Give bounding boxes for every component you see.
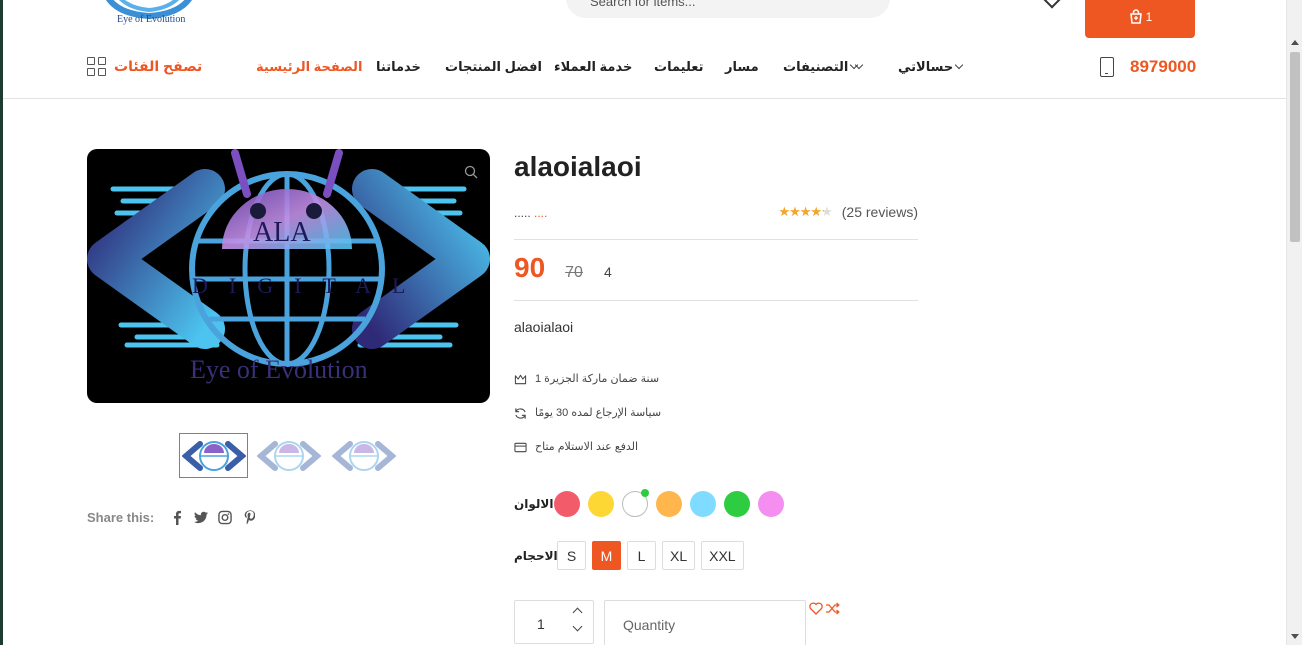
color-swatches (554, 489, 784, 517)
quantity-value: 1 (537, 616, 545, 632)
image-text-ala: ALA (253, 217, 311, 248)
main-navbar: تصفح الفئات الصفحة الرئيسية خدماتنا افضل… (3, 40, 1286, 99)
nav-home[interactable]: الصفحة الرئيسية (256, 59, 362, 75)
search-placeholder: Search for items... (590, 0, 696, 9)
vertical-scrollbar[interactable] (1286, 0, 1302, 645)
color-swatch[interactable] (690, 491, 716, 517)
color-swatch[interactable] (554, 491, 580, 517)
sizes-selector: الاحجام S M L XL XXL (514, 541, 744, 570)
nav-best-products[interactable]: افضل المنتجات (445, 59, 542, 75)
search-input[interactable]: Search for items... (566, 0, 890, 18)
phone-contact[interactable]: 8979000 (1100, 57, 1196, 77)
share-label: Share this: (87, 510, 155, 525)
price-row: 90 70 4 (514, 252, 612, 284)
size-option-m[interactable]: M (592, 541, 621, 570)
cart-count: 1 (1145, 10, 1153, 24)
feature-text: الدفع عند الاستلام متاح (535, 441, 639, 453)
product-actions (809, 602, 840, 615)
browse-categories-button[interactable]: تصفح الفئات (87, 57, 202, 76)
product-meta-row: ..... .... ★★★★★★★★★★ (25 reviews) (514, 204, 918, 220)
product-features: سنة ضمان ماركة الجزيرة 1 سياسة الإرجاع ل… (514, 372, 661, 474)
phone-icon (1100, 57, 1114, 77)
twitter-icon[interactable] (194, 511, 209, 525)
nav-customer-service[interactable]: خدمة العملاء (554, 59, 632, 75)
thumbnail-1[interactable] (179, 433, 248, 478)
feature-warranty: سنة ضمان ماركة الجزيرة 1 (514, 372, 661, 406)
thumbnail-3[interactable] (329, 433, 398, 478)
color-swatch[interactable] (758, 491, 784, 517)
nav-my-account-label: حسالاتي (898, 59, 954, 74)
product-main-image[interactable]: ALA DIGITAL Eye of Evolution (87, 149, 490, 403)
divider (514, 300, 918, 301)
instagram-icon[interactable] (218, 510, 232, 525)
facebook-icon[interactable] (170, 510, 184, 525)
grid-icon (87, 57, 106, 76)
colors-label: الالوان (514, 497, 554, 511)
cart-icon (1129, 9, 1142, 24)
nav-my-account[interactable]: حسالاتي (898, 59, 965, 75)
brand-label: ..... (514, 206, 531, 220)
scroll-down-icon[interactable] (1291, 634, 1299, 639)
colors-selector: الالوان (514, 489, 784, 517)
nav-categories-label: التصنيفات (783, 59, 849, 74)
current-price: 90 (514, 252, 546, 283)
nav-instructions[interactable]: تعليمات (654, 59, 704, 75)
product-rating[interactable]: ★★★★★★★★★★ (25 reviews) (778, 204, 918, 220)
site-logo[interactable]: Eye of Evolution (95, 0, 203, 28)
sizes-label: الاحجام (514, 548, 558, 563)
quantity-stepper[interactable]: 1 (514, 600, 594, 644)
chevron-down-icon[interactable] (572, 621, 583, 632)
selected-indicator (641, 489, 649, 497)
color-swatch[interactable] (622, 489, 649, 517)
image-text-tagline: Eye of Evolution (190, 355, 368, 384)
logo-text: Eye of Evolution (117, 14, 186, 25)
quantity-placeholder: Quantity (623, 617, 676, 633)
zoom-icon[interactable] (464, 165, 478, 179)
reviews-count[interactable]: (25 reviews) (842, 204, 918, 220)
chevron-down-icon[interactable] (1043, 0, 1061, 9)
scroll-up-icon[interactable] (1291, 40, 1299, 45)
old-price: 70 (565, 264, 583, 281)
stock-quantity: 4 (603, 264, 612, 280)
size-option-xl[interactable]: XL (662, 541, 696, 570)
crown-icon (514, 374, 527, 385)
product-thumbnails (179, 433, 398, 478)
feature-cash-on-delivery: الدفع عند الاستلام متاح (514, 440, 661, 474)
quantity-input[interactable]: Quantity (604, 600, 806, 645)
feature-text: سنة ضمان ماركة الجزيرة 1 (535, 373, 660, 385)
size-option-l[interactable]: L (627, 541, 656, 570)
size-option-xxl[interactable]: XXL (701, 541, 744, 570)
product-title: alaoialaoi (514, 151, 642, 182)
image-text-digital: DIGITAL (192, 273, 427, 298)
divider (514, 239, 918, 240)
brand-value[interactable]: .... (534, 206, 547, 220)
card-icon (514, 442, 527, 453)
shuffle-icon[interactable] (825, 602, 840, 615)
color-swatch[interactable] (724, 491, 750, 517)
feature-text: سياسة الإرجاع لمده 30 يومًا (535, 407, 662, 419)
nav-services[interactable]: خدماتنا (376, 59, 421, 75)
scrollbar-thumb[interactable] (1290, 52, 1300, 242)
size-options: S M L XL XXL (557, 541, 744, 570)
color-swatch[interactable] (656, 491, 682, 517)
chevron-up-icon[interactable] (572, 607, 583, 618)
size-option-s[interactable]: S (557, 541, 586, 570)
feature-return-policy: سياسة الإرجاع لمده 30 يومًا (514, 406, 661, 440)
nav-path[interactable]: مسار (725, 59, 759, 75)
share-bar: Share this: (87, 510, 256, 525)
chevron-down-icon (954, 60, 964, 70)
refresh-icon (515, 408, 526, 419)
brand-info: ..... .... (514, 206, 547, 220)
star-rating-icon: ★★★★★★★★★★ (778, 204, 832, 219)
nav-categories[interactable]: التصنيفات (783, 59, 865, 75)
heart-icon[interactable] (809, 602, 823, 615)
cart-button[interactable]: 1 (1085, 0, 1195, 38)
color-swatch[interactable] (588, 491, 614, 517)
phone-number: 8979000 (1130, 57, 1197, 76)
chevron-down-icon (855, 60, 864, 70)
short-description: alaoialaoi (514, 319, 574, 335)
pinterest-icon[interactable] (242, 510, 256, 525)
thumbnail-2[interactable] (254, 433, 323, 478)
browse-label: تصفح الفئات (114, 58, 203, 74)
